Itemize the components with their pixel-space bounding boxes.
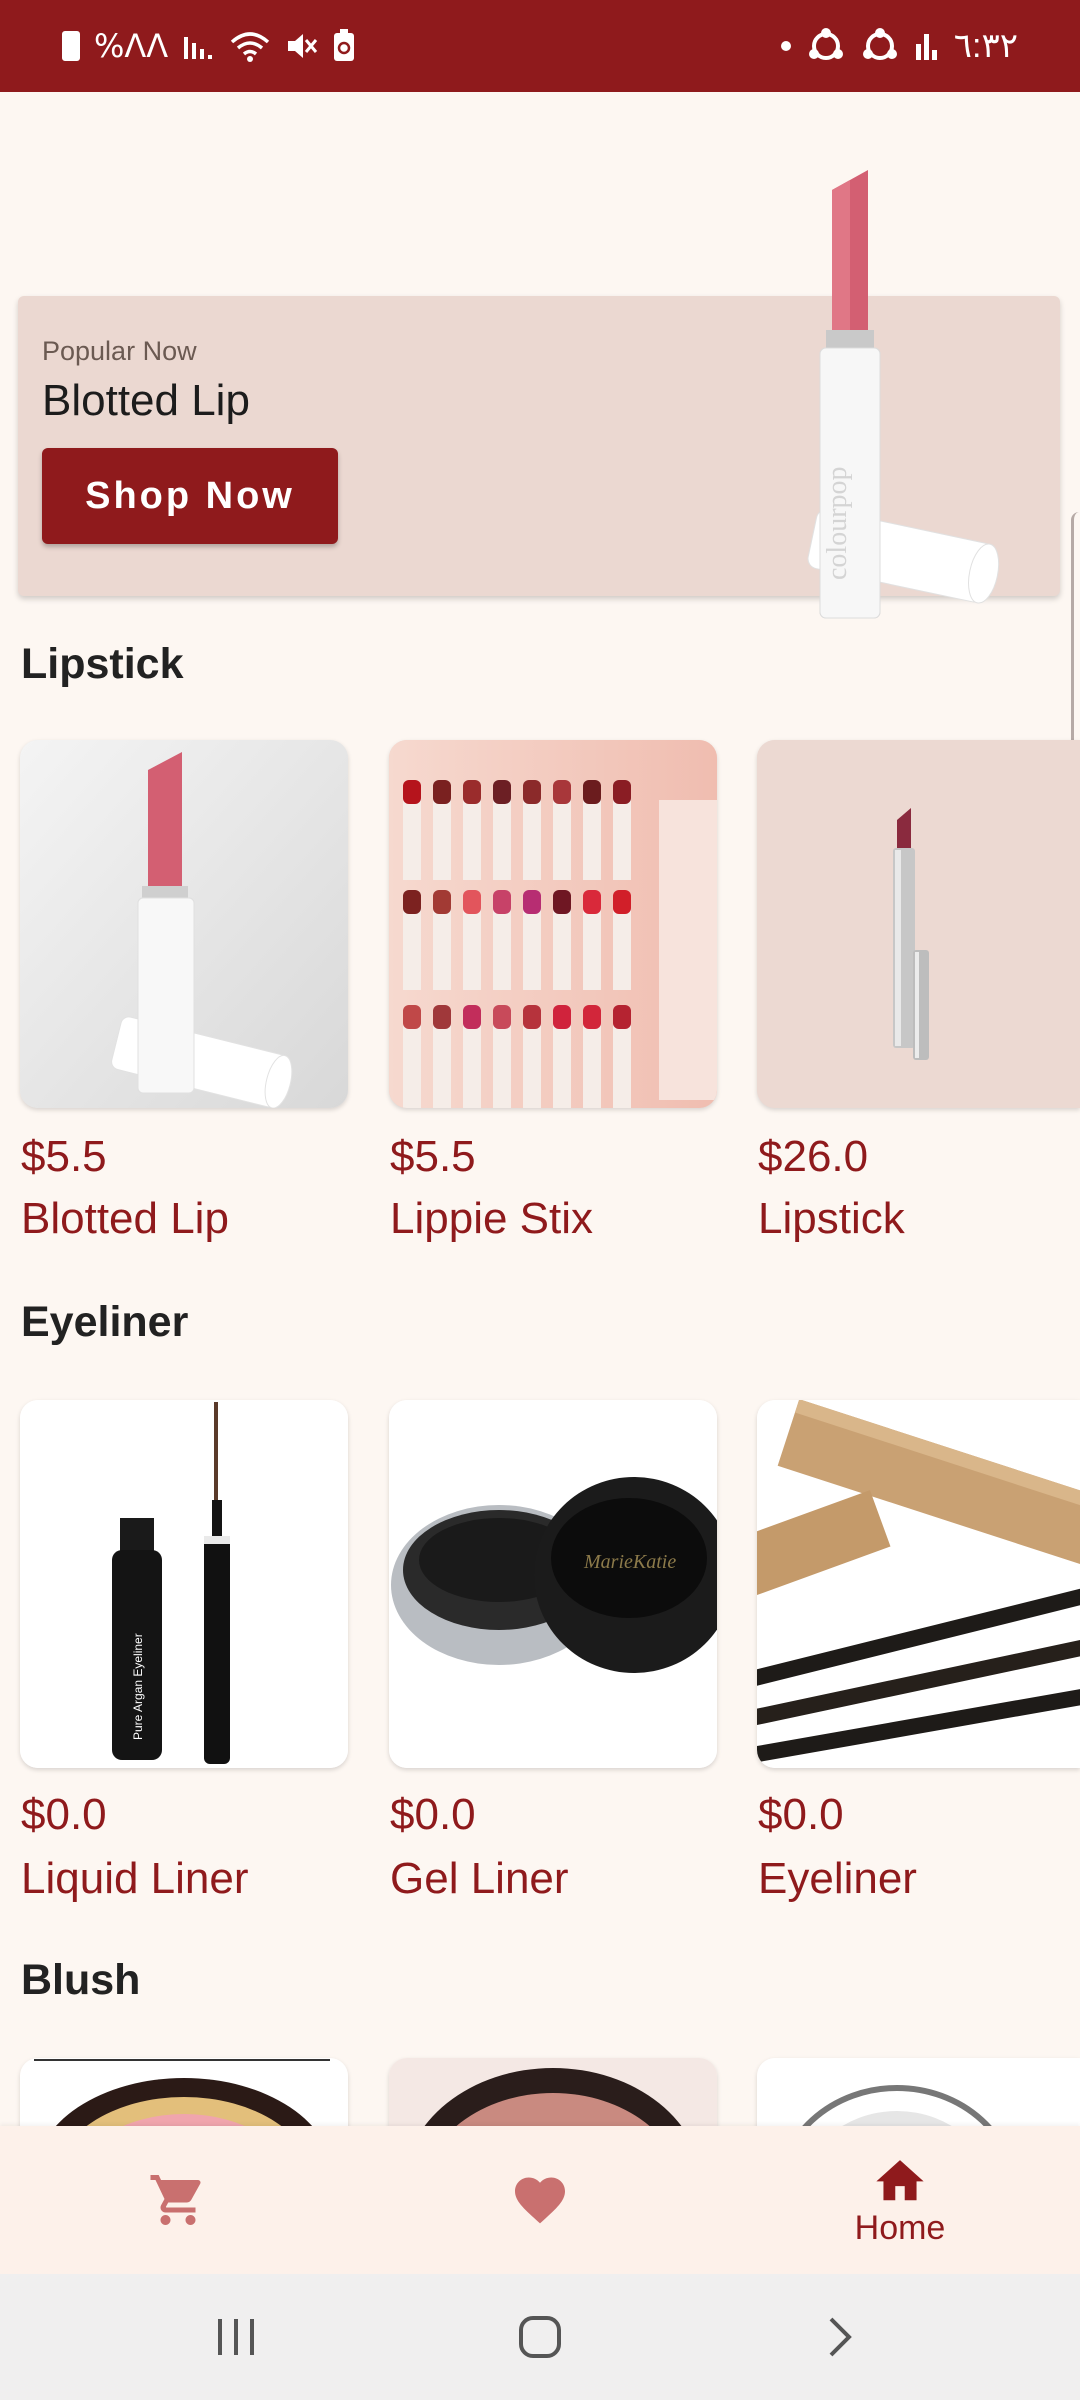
- recent-apps-icon: [218, 2319, 254, 2355]
- home-circle-icon: [519, 2316, 561, 2358]
- mute-icon: [288, 34, 318, 58]
- status-icons-left: %ΛΛ: [62, 29, 356, 63]
- status-icons-right: ٦:٣٢: [780, 26, 1018, 66]
- dot-icon: [780, 41, 791, 51]
- product-card-blush-3[interactable]: [757, 2058, 1080, 2126]
- recent-apps-button[interactable]: [186, 2304, 286, 2370]
- sync-icon-2: [862, 28, 897, 60]
- eyeliner-image: [757, 1400, 1080, 1768]
- svg-text:Pure Argan Eyeliner: Pure Argan Eyeliner: [131, 1633, 145, 1740]
- heart-icon: [515, 2177, 565, 2224]
- home-icon: [876, 2159, 924, 2200]
- product-name[interactable]: Liquid Liner: [21, 1854, 249, 1904]
- product-name[interactable]: Lippie Stix: [390, 1194, 593, 1244]
- nav-favorites[interactable]: [450, 2126, 630, 2274]
- product-name[interactable]: Gel Liner: [390, 1854, 569, 1904]
- section-title-lipstick: Lipstick: [21, 640, 184, 688]
- section-title-eyeliner: Eyeliner: [21, 1298, 189, 1346]
- lippie-stix-image: [389, 740, 717, 1108]
- blush-image-2: [389, 2058, 717, 2126]
- nav-cart[interactable]: [88, 2126, 268, 2274]
- product-price: $0.0: [758, 1790, 844, 1839]
- battery-icon: [62, 31, 80, 61]
- bottom-navigation: Home: [0, 2126, 1080, 2274]
- lipstick-image: [757, 740, 1080, 1108]
- product-card-blush-1[interactable]: [20, 2058, 348, 2126]
- product-card-blotted-lip[interactable]: [20, 740, 348, 1108]
- product-card-liquid-liner[interactable]: Pure Argan Eyeliner: [20, 1400, 348, 1768]
- status-bar: %ΛΛ ٦:٣٢: [0, 0, 1080, 92]
- sync-icon: [808, 28, 843, 60]
- clock: ٦:٣٢: [953, 27, 1018, 65]
- section-title-blush: Blush: [21, 1956, 141, 2004]
- nav-home[interactable]: Home: [810, 2126, 990, 2274]
- home-button[interactable]: [490, 2304, 590, 2370]
- bars-icon: [915, 34, 937, 60]
- product-card-gel-liner[interactable]: MarieKatie: [389, 1400, 717, 1768]
- wifi-icon: [231, 32, 270, 62]
- banner-title: Blotted Lip: [42, 376, 250, 425]
- hero-lipstick-image: colourpop colourpop: [807, 170, 1000, 619]
- banner-subtitle: Popular Now: [42, 336, 197, 366]
- signal-icon: [184, 37, 213, 59]
- system-navigation-bar: [0, 2274, 1080, 2400]
- battery-saver-icon: [334, 29, 355, 61]
- product-name[interactable]: Lipstick: [758, 1194, 905, 1244]
- blush-image-3: [757, 2058, 1080, 2126]
- liquid-liner-image: Pure Argan Eyeliner: [20, 1400, 348, 1768]
- blush-image-1: [20, 2058, 348, 2126]
- product-name[interactable]: Blotted Lip: [21, 1194, 229, 1244]
- svg-text:colourpop: colourpop: [822, 466, 853, 580]
- svg-text:MarieKatie: MarieKatie: [583, 1551, 676, 1573]
- gel-liner-image: MarieKatie: [389, 1400, 717, 1768]
- product-card-blush-2[interactable]: [389, 2058, 717, 2126]
- product-card-lippie-stix[interactable]: [389, 740, 717, 1108]
- nav-home-label: Home: [854, 2208, 946, 2247]
- back-button[interactable]: [790, 2304, 890, 2370]
- product-price: $5.5: [21, 1132, 107, 1181]
- product-card-eyeliner[interactable]: [757, 1400, 1080, 1768]
- product-price: $5.5: [390, 1132, 476, 1181]
- product-price: $0.0: [390, 1790, 476, 1839]
- cart-icon: [150, 2175, 201, 2225]
- product-card-lipstick[interactable]: [757, 740, 1080, 1108]
- product-price: $0.0: [21, 1790, 107, 1839]
- chevron-right-icon: [829, 2317, 852, 2357]
- product-name[interactable]: Eyeliner: [758, 1854, 917, 1904]
- status-text: %ΛΛ: [94, 27, 169, 65]
- main-content[interactable]: Popular Now Blotted Lip Shop Now colourp…: [0, 92, 1080, 2126]
- shop-now-button[interactable]: Shop Now: [42, 448, 338, 544]
- product-price: $26.0: [758, 1132, 869, 1181]
- blotted-lip-image: [20, 740, 348, 1108]
